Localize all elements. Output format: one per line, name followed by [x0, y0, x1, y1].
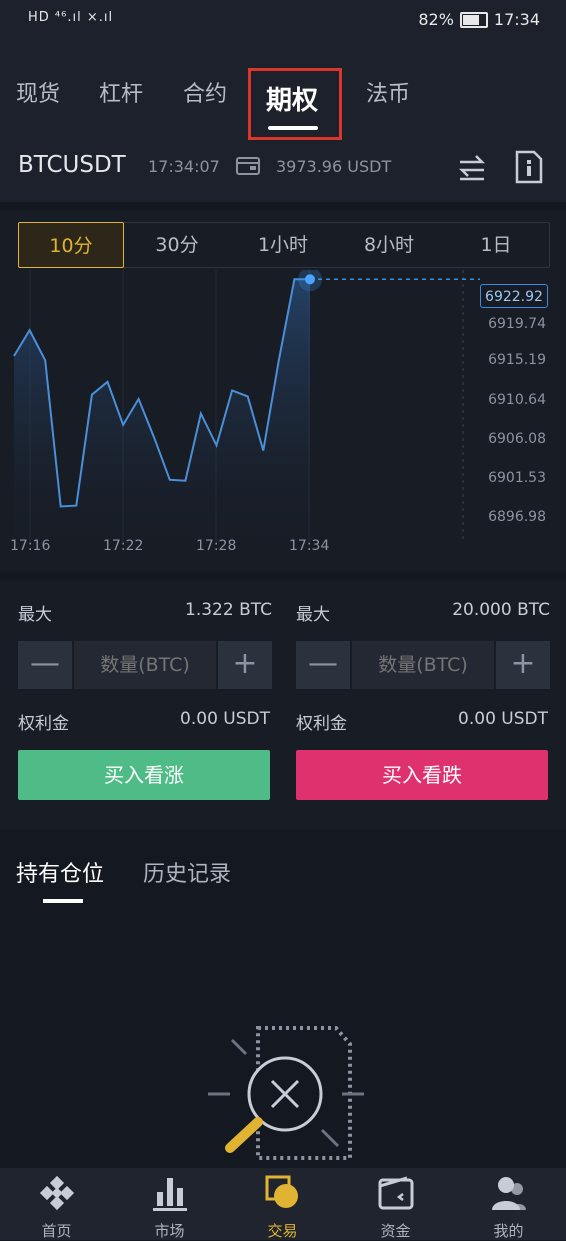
price-chart[interactable] [0, 270, 566, 570]
status-right: 82% 17:34 [418, 10, 540, 29]
put-max-label: 最大 [296, 605, 330, 625]
nav-label: 交易 [267, 1222, 298, 1240]
battery-icon [459, 11, 488, 28]
ticker-time: 17:34:07 [148, 157, 220, 176]
y-tick-label: 6910.64 [488, 392, 546, 408]
nav-market[interactable]: 市场 [113, 1168, 226, 1240]
call-quantity-input[interactable] [74, 641, 216, 689]
wallet-balance: 3973.96 USDT [276, 157, 392, 176]
call-decrease-button[interactable]: — [18, 641, 72, 689]
y-tick-label: 6901.53 [488, 470, 546, 486]
info-document-icon[interactable] [514, 150, 544, 184]
transfer-icon[interactable] [456, 150, 488, 182]
x-tick-label: 17:28 [196, 538, 237, 554]
y-tick-label: 6919.74 [488, 316, 546, 332]
x-tick-label: 17:22 [103, 538, 144, 554]
trading-pair[interactable]: BTCUSDT [18, 152, 126, 178]
tab-margin[interactable]: 杠杆 [99, 76, 143, 108]
x-tick-label: 17:34 [289, 538, 330, 554]
last-price-tag: 6922.92 [480, 284, 548, 308]
call-increase-button[interactable]: + [218, 641, 272, 689]
buy-call-button[interactable]: 买入看涨 [18, 750, 270, 800]
call-max-value: 1.322 BTC [185, 600, 272, 620]
nav-trade[interactable]: 交易 [226, 1168, 339, 1240]
price-area [14, 279, 310, 542]
interval-1d[interactable]: 1日 [442, 222, 550, 268]
positions-tab-indicator [43, 899, 83, 903]
y-tick-label: 6915.19 [488, 352, 546, 368]
home-diamond-icon [39, 1175, 75, 1211]
put-max-value: 20.000 BTC [452, 600, 550, 620]
nav-label: 资金 [380, 1222, 411, 1240]
wallet-icon [378, 1176, 414, 1210]
y-tick-label: 6896.98 [488, 509, 546, 525]
empty-state-icon [208, 1026, 364, 1160]
x-tick-label: 17:16 [10, 538, 51, 554]
nav-profile[interactable]: 我的 [452, 1168, 565, 1240]
interval-10m[interactable]: 10分 [18, 222, 124, 268]
tab-active-indicator [268, 126, 318, 130]
call-premium-value: 0.00 USDT [180, 709, 270, 729]
buy-put-button[interactable]: 买入看跌 [296, 750, 548, 800]
battery-percent: 82% [418, 10, 454, 29]
y-tick-label: 6906.08 [488, 431, 546, 447]
profile-icon [492, 1177, 526, 1210]
nav-label: 市场 [154, 1222, 185, 1240]
network-indicators: HD ⁴⁶.ıl ×.ıl [28, 10, 114, 25]
tab-fiat[interactable]: 法币 [366, 76, 410, 108]
put-decrease-button[interactable]: — [296, 641, 350, 689]
put-premium-label: 权利金 [296, 714, 347, 734]
nav-label: 首页 [41, 1222, 72, 1240]
tab-spot[interactable]: 现货 [16, 76, 60, 108]
interval-1h[interactable]: 1小时 [230, 222, 336, 268]
interval-30m[interactable]: 30分 [124, 222, 230, 268]
nav-home[interactable]: 首页 [0, 1168, 113, 1240]
call-premium-label: 权利金 [18, 714, 69, 734]
interval-8h[interactable]: 8小时 [336, 222, 442, 268]
market-bars-icon [153, 1178, 187, 1211]
call-max-label: 最大 [18, 605, 52, 625]
tab-open-positions[interactable]: 持有仓位 [16, 856, 104, 888]
trade-icon [265, 1175, 298, 1208]
put-quantity-input[interactable] [352, 641, 494, 689]
nav-funds[interactable]: 资金 [339, 1168, 452, 1240]
nav-label: 我的 [493, 1222, 524, 1240]
tab-history[interactable]: 历史记录 [143, 856, 231, 888]
clock: 17:34 [493, 10, 540, 29]
wallet-icon [236, 157, 260, 175]
put-premium-value: 0.00 USDT [458, 709, 548, 729]
put-increase-button[interactable]: + [496, 641, 550, 689]
last-price-dot [305, 274, 315, 285]
tab-futures[interactable]: 合约 [183, 76, 227, 108]
